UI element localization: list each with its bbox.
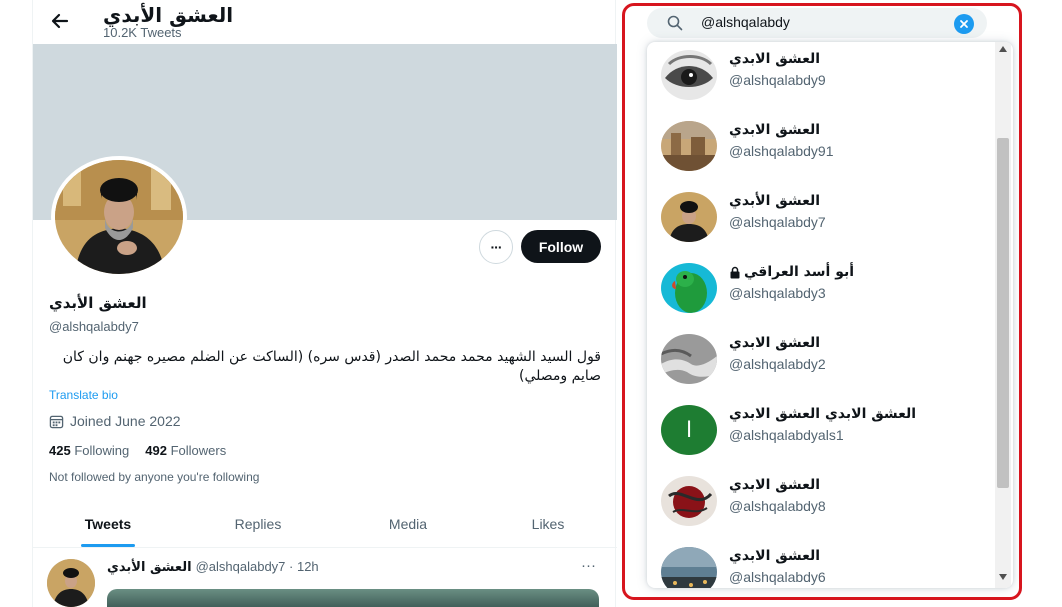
- tweet-avatar[interactable]: [47, 559, 95, 607]
- result-name: العشق الأبدي: [729, 193, 821, 209]
- tweet-media-image[interactable]: [107, 589, 599, 607]
- cleric-avatar-image: [47, 559, 95, 607]
- results-scrollbar[interactable]: [995, 42, 1011, 588]
- search-result-item[interactable]: العشق الابدي @alshqalabdy6: [647, 539, 993, 588]
- result-name: العشق الابدي: [729, 122, 821, 138]
- arrow-up-icon: [999, 46, 1007, 52]
- search-result-item[interactable]: العشق الابدي @alshqalabdy91: [647, 113, 993, 183]
- profile-column: العشق الأبدي 10.2K Tweets ··· Follow الع…: [32, 0, 617, 607]
- result-name-text: أبو أسد العراقي: [744, 264, 855, 280]
- profile-avatar[interactable]: [51, 156, 187, 278]
- result-name: العشق الابدي: [729, 548, 821, 564]
- search-result-item[interactable]: العشق الابدي @alshqalabdy2: [647, 326, 993, 396]
- followers-count: 492: [145, 443, 167, 458]
- search-result-item[interactable]: العشق الأبدي @alshqalabdy7: [647, 184, 993, 254]
- landscape-image: [661, 547, 717, 588]
- hands-image: [661, 334, 717, 384]
- tab-replies[interactable]: Replies: [183, 500, 333, 548]
- result-name: العشق الابدي العشق الابدي: [729, 406, 917, 422]
- tweet-item[interactable]: العشق الأبدي @alshqalabdy7 · 12h ···: [33, 549, 617, 607]
- tab-tweets[interactable]: Tweets: [33, 500, 183, 548]
- result-handle: @alshqalabdy9: [729, 72, 826, 88]
- search-result-item[interactable]: العشق الابدي @alshqalabdy8: [647, 468, 993, 538]
- search-query-text: @alshqalabdy: [701, 14, 790, 30]
- back-button[interactable]: [45, 6, 75, 36]
- result-name: أبو أسد العراقي: [729, 264, 854, 280]
- eye-art-image: [661, 50, 717, 100]
- profile-tabs: Tweets Replies Media Likes: [33, 500, 617, 548]
- search-input[interactable]: @alshqalabdy: [647, 8, 987, 38]
- joined-date: Joined June 2022: [49, 413, 181, 429]
- search-icon: [667, 15, 683, 31]
- avatar-initial: ا: [685, 417, 693, 443]
- search-result-item[interactable]: العشق الابدي @alshqalabdy9: [647, 42, 993, 112]
- search-panel: @alshqalabdy العشق الابدي @alshqalabdy9: [622, 3, 1022, 600]
- parrot-image: [661, 263, 717, 313]
- more-options-button[interactable]: ···: [479, 230, 513, 264]
- tweet-handle-time: @alshqalabdy7 · 12h: [195, 559, 319, 574]
- ruins-image: [661, 121, 717, 171]
- tab-likes[interactable]: Likes: [483, 500, 613, 548]
- result-avatar: [661, 121, 717, 171]
- following-label: Following: [74, 443, 130, 458]
- following-count: 425: [49, 443, 71, 458]
- arrow-down-icon: [999, 574, 1007, 580]
- tab-media[interactable]: Media: [333, 500, 483, 548]
- scroll-up-button[interactable]: [995, 46, 1011, 56]
- scrollbar-thumb[interactable]: [997, 138, 1009, 488]
- result-handle: @alshqalabdyals1: [729, 427, 844, 443]
- lock-icon: [730, 266, 740, 278]
- active-tab-indicator: [81, 544, 135, 547]
- profile-display-name: العشق الأبدي: [49, 294, 147, 312]
- result-handle: @alshqalabdy2: [729, 356, 826, 372]
- tweet-more-button[interactable]: ···: [581, 557, 596, 574]
- tweet-header: العشق الأبدي @alshqalabdy7 · 12h: [107, 559, 319, 575]
- calendar-icon: [49, 415, 64, 428]
- result-avatar: ا: [661, 405, 717, 455]
- close-icon: [960, 20, 968, 28]
- more-dots-icon: ···: [490, 239, 503, 255]
- joined-text: Joined June 2022: [70, 413, 181, 429]
- followers-label: Followers: [170, 443, 227, 458]
- result-avatar: [661, 192, 717, 242]
- not-followed-note: Not followed by anyone you're following: [49, 470, 260, 484]
- result-handle: @alshqalabdy6: [729, 569, 826, 585]
- following-link[interactable]: 425 Following: [49, 443, 129, 458]
- result-name: العشق الابدي: [729, 51, 821, 67]
- result-avatar: [661, 50, 717, 100]
- follow-button[interactable]: Follow: [521, 230, 601, 263]
- translate-bio-link[interactable]: Translate bio: [49, 388, 118, 402]
- calligraphy-image: [661, 476, 717, 526]
- tweet-author-name[interactable]: العشق الأبدي: [107, 560, 192, 575]
- result-avatar: [661, 547, 717, 588]
- profile-handle: @alshqalabdy7: [49, 319, 139, 334]
- result-handle: @alshqalabdy3: [729, 285, 826, 301]
- followers-link[interactable]: 492 Followers: [145, 443, 226, 458]
- result-handle: @alshqalabdy7: [729, 214, 826, 230]
- search-result-item[interactable]: أبو أسد العراقي @alshqalabdy3: [647, 255, 993, 325]
- search-result-item[interactable]: ا العشق الابدي العشق الابدي @alshqalabdy…: [647, 397, 993, 467]
- result-avatar: [661, 263, 717, 313]
- result-handle: @alshqalabdy91: [729, 143, 834, 159]
- result-avatar: [661, 334, 717, 384]
- profile-header-bar: العشق الأبدي 10.2K Tweets: [33, 0, 617, 44]
- result-avatar: [661, 476, 717, 526]
- header-profile-name: العشق الأبدي: [103, 3, 234, 27]
- profile-bio: قول السيد الشهيد محمد محمد الصدر (قدس سر…: [62, 349, 601, 384]
- arrow-left-icon: [51, 13, 69, 29]
- result-handle: @alshqalabdy8: [729, 498, 826, 514]
- clear-search-button[interactable]: [954, 14, 974, 34]
- scroll-down-button[interactable]: [995, 574, 1011, 584]
- tweet-count: 10.2K Tweets: [103, 25, 182, 40]
- cleric-portrait-image: [55, 160, 183, 274]
- result-name: العشق الابدي: [729, 477, 821, 493]
- follow-stats: 425 Following 492 Followers: [49, 443, 226, 458]
- result-name: العشق الابدي: [729, 335, 821, 351]
- cleric-avatar-image: [661, 192, 717, 242]
- search-results-dropdown: العشق الابدي @alshqalabdy9 العشق الابدي …: [647, 42, 1013, 588]
